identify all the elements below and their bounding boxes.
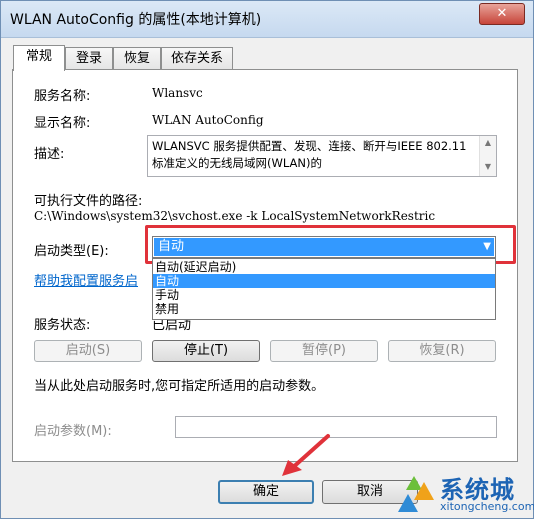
description-box[interactable]: WLANSVC 服务提供配置、发现、连接、断开与IEEE 802.11 标准定义… [147,135,497,177]
start-button[interactable]: 启动(S) [34,340,142,362]
option-auto[interactable]: 自动 [153,274,495,288]
tab-recovery[interactable]: 恢复 [113,47,161,70]
display-name-value: WLAN AutoConfig [152,113,264,127]
option-auto-delayed[interactable]: 自动(延迟启动) [153,260,495,274]
pause-button[interactable]: 暂停(P) [270,340,378,362]
startup-type-dropdown: 自动(延迟启动) 自动 手动 禁用 [152,258,496,320]
window-title: WLAN AutoConfig 的属性(本地计算机) [10,12,262,28]
option-manual[interactable]: 手动 [153,288,495,302]
start-params-hint: 当从此处启动服务时,您可指定所适用的启动参数。 [34,379,325,394]
option-disabled[interactable]: 禁用 [153,302,495,316]
scroll-up-icon[interactable]: ▲ [480,138,496,147]
title-bar: WLAN AutoConfig 的属性(本地计算机) ✕ [1,1,533,38]
tab-dependencies[interactable]: 依存关系 [161,47,233,70]
service-status-label: 服务状态: [34,318,91,333]
description-text: WLANSVC 服务提供配置、发现、连接、断开与IEEE 802.11 标准定义… [152,139,467,170]
scroll-down-icon[interactable]: ▼ [480,162,496,171]
exe-path-label: 可执行文件的路径: [34,194,143,209]
start-params-input[interactable] [175,416,497,438]
start-params-label: 启动参数(M): [34,424,112,439]
ok-button[interactable]: 确定 [218,480,314,504]
tab-general[interactable]: 常规 [13,45,65,71]
display-name-label: 显示名称: [34,116,91,131]
watermark-url: xitongcheng.com [440,500,534,513]
help-configure-link[interactable]: 帮助我配置服务启 [34,270,138,289]
tab-logon[interactable]: 登录 [65,47,113,70]
stop-button[interactable]: 停止(T) [152,340,260,362]
description-label: 描述: [34,147,65,162]
resume-button[interactable]: 恢复(R) [388,340,496,362]
service-name-value: Wlansvc [152,86,203,100]
startup-type-label: 启动类型(E): [34,244,109,259]
callout-arrow-icon [282,434,330,476]
service-name-label: 服务名称: [34,89,91,104]
close-button[interactable]: ✕ [479,3,525,25]
description-scrollbar[interactable]: ▲ ▼ [479,136,496,176]
exe-path-value: C:\Windows\system32\svchost.exe -k Local… [34,209,436,223]
